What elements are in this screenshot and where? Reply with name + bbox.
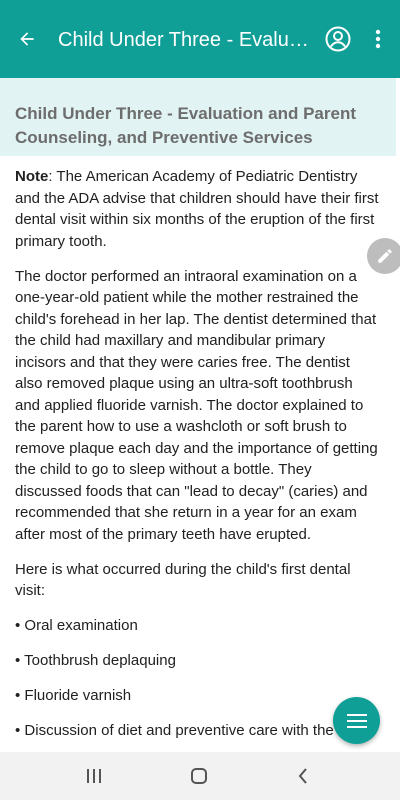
list-item: • Toothbrush deplaquing — [15, 652, 176, 669]
menu-lines-icon — [346, 713, 367, 728]
section-heading: Child Under Three - Evaluation and Paren… — [15, 104, 356, 147]
article-content: Note: The American Academy of Pediatric … — [15, 166, 380, 755]
account-button[interactable] — [325, 26, 351, 52]
account-circle-icon — [325, 26, 351, 52]
note-text: : The American Academy of Pediatric Dent… — [15, 168, 379, 250]
recents-button[interactable] — [81, 764, 107, 788]
home-button[interactable] — [186, 764, 212, 788]
menu-button[interactable] — [333, 697, 380, 744]
nav-back-icon — [298, 768, 307, 784]
case-paragraph: The doctor performed an intraoral examin… — [15, 267, 378, 543]
more-vert-icon — [375, 29, 381, 49]
nav-back-button[interactable] — [290, 764, 316, 788]
home-icon — [191, 768, 207, 784]
back-button[interactable] — [12, 24, 42, 54]
list-item: • Discussion of diet and preventive care… — [15, 722, 334, 739]
section-header: Child Under Three - Evaluation and Paren… — [0, 78, 396, 156]
system-nav-bar — [0, 752, 400, 800]
note-label: Note — [15, 168, 49, 185]
edit-pencil-icon — [378, 249, 392, 263]
list-item: • Fluoride varnish — [15, 687, 132, 704]
visit-intro-paragraph: Here is what occurred during the child's… — [15, 560, 351, 600]
app-bar: Child Under Three - Evaluation and Paren… — [0, 0, 400, 78]
more-options-button[interactable] — [366, 26, 390, 52]
arrow-back-icon — [20, 32, 34, 46]
note-paragraph: Note: The American Academy of Pediatric … — [15, 166, 380, 252]
list-item: • Oral examination — [15, 617, 138, 634]
recents-icon — [87, 769, 101, 783]
edit-button[interactable] — [367, 238, 400, 274]
app-bar-title: Child Under Three - Evaluation and Paren… — [58, 29, 316, 51]
